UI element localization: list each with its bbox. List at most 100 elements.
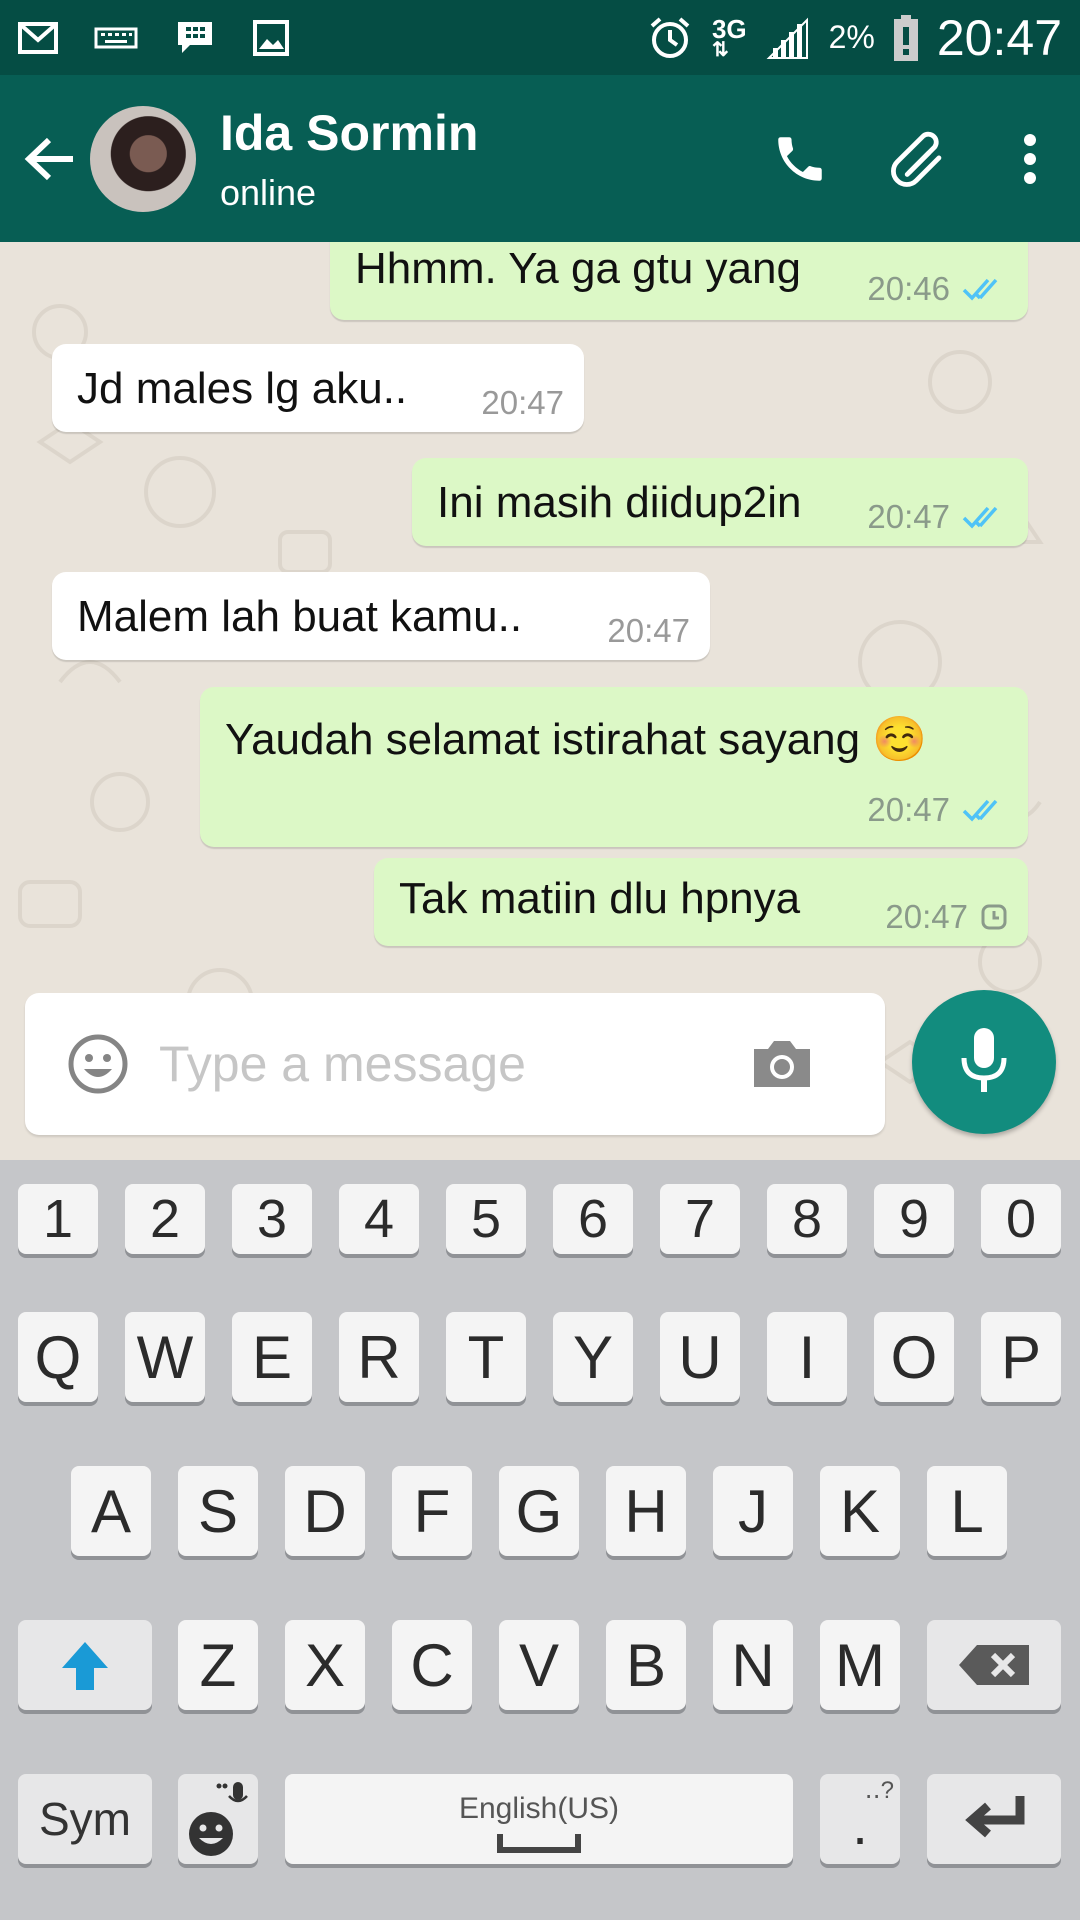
enter-key[interactable] bbox=[927, 1774, 1061, 1864]
emoji-mic-icon bbox=[189, 1782, 248, 1856]
key-u[interactable]: U bbox=[660, 1312, 740, 1402]
contact-avatar[interactable] bbox=[90, 105, 196, 212]
key-k[interactable]: K bbox=[820, 1466, 900, 1556]
network-type: 3G ⇅ bbox=[711, 13, 747, 61]
gmail-icon bbox=[18, 21, 58, 54]
key-m[interactable]: M bbox=[820, 1620, 900, 1710]
message-bubble-outgoing[interactable]: Yaudah selamat istirahat sayang ☺️ 20:47 bbox=[200, 687, 1028, 847]
key-a[interactable]: A bbox=[71, 1466, 151, 1556]
camera-icon bbox=[754, 1041, 810, 1087]
key-z[interactable]: Z bbox=[178, 1620, 258, 1710]
key-3[interactable]: 3 bbox=[232, 1184, 312, 1254]
key-i[interactable]: I bbox=[767, 1312, 847, 1402]
keyboard-language-label: English(US) bbox=[458, 1792, 620, 1825]
spacebar-key[interactable]: English(US) bbox=[285, 1774, 793, 1864]
key-g[interactable]: G bbox=[499, 1466, 579, 1556]
key-d[interactable]: D bbox=[285, 1466, 365, 1556]
read-receipt-icon bbox=[962, 278, 998, 301]
more-options-button[interactable] bbox=[980, 109, 1080, 209]
key-9[interactable]: 9 bbox=[874, 1184, 954, 1254]
status-bar: 3G ⇅ 2% 20:47 bbox=[0, 0, 1080, 75]
message-time: 20:47 bbox=[867, 791, 950, 828]
key-n[interactable]: N bbox=[713, 1620, 793, 1710]
enter-arrow-icon bbox=[965, 1796, 1025, 1838]
shift-arrow-icon bbox=[62, 1642, 108, 1690]
message-text: Malem lah buat kamu.. bbox=[77, 592, 523, 641]
key-e[interactable]: E bbox=[232, 1312, 312, 1402]
message-text: Yaudah selamat istirahat sayang ☺️ bbox=[225, 715, 928, 764]
message-time: 20:47 bbox=[481, 384, 564, 421]
paperclip-icon bbox=[891, 131, 942, 187]
key-x[interactable]: X bbox=[285, 1620, 365, 1710]
key-6[interactable]: 6 bbox=[553, 1184, 633, 1254]
message-meta: 20:47 bbox=[607, 612, 690, 650]
key-l[interactable]: L bbox=[927, 1466, 1007, 1556]
soft-keyboard: 1 2 3 4 5 6 7 8 9 0 Q W E R T Y U I O P … bbox=[0, 1160, 1080, 1920]
message-input[interactable] bbox=[157, 1034, 737, 1094]
sym-key[interactable]: Sym bbox=[18, 1774, 152, 1864]
key-q[interactable]: Q bbox=[18, 1312, 98, 1402]
call-button[interactable] bbox=[740, 109, 860, 209]
key-f[interactable]: F bbox=[392, 1466, 472, 1556]
key-w[interactable]: W bbox=[125, 1312, 205, 1402]
phone-icon bbox=[778, 136, 822, 181]
more-vert-icon bbox=[1024, 133, 1036, 184]
pending-clock-icon bbox=[981, 904, 1007, 930]
read-receipt-icon bbox=[962, 799, 998, 822]
message-text: Ini masih diidup2in bbox=[437, 478, 802, 527]
key-t[interactable]: T bbox=[446, 1312, 526, 1402]
bbm-icon bbox=[178, 21, 212, 53]
message-time: 20:46 bbox=[867, 270, 950, 307]
key-r[interactable]: R bbox=[339, 1312, 419, 1402]
backspace-key[interactable] bbox=[927, 1620, 1061, 1710]
key-2[interactable]: 2 bbox=[125, 1184, 205, 1254]
alarm-icon bbox=[650, 16, 690, 58]
key-j[interactable]: J bbox=[713, 1466, 793, 1556]
back-button[interactable] bbox=[10, 119, 90, 199]
message-bubble-outgoing[interactable]: Tak matiin dlu hpnya 20:47 bbox=[374, 858, 1028, 946]
key-v[interactable]: V bbox=[499, 1620, 579, 1710]
message-bubble-outgoing[interactable]: Hhmm. Ya ga gtu yang 20:46 bbox=[330, 242, 1028, 320]
key-4[interactable]: 4 bbox=[339, 1184, 419, 1254]
message-bubble-incoming[interactable]: Malem lah buat kamu.. 20:47 bbox=[52, 572, 710, 660]
microphone-icon bbox=[961, 1028, 1007, 1092]
key-0[interactable]: 0 bbox=[981, 1184, 1061, 1254]
period-key[interactable]: . ‥? bbox=[820, 1774, 900, 1864]
space-icon bbox=[497, 1834, 581, 1853]
key-5[interactable]: 5 bbox=[446, 1184, 526, 1254]
contact-info[interactable]: Ida Sormin online bbox=[220, 104, 478, 214]
key-h[interactable]: H bbox=[606, 1466, 686, 1556]
message-bubble-outgoing[interactable]: Ini masih diidup2in 20:47 bbox=[412, 458, 1028, 546]
key-1[interactable]: 1 bbox=[18, 1184, 98, 1254]
key-c[interactable]: C bbox=[392, 1620, 472, 1710]
message-meta: 20:47 bbox=[885, 898, 1008, 936]
key-7[interactable]: 7 bbox=[660, 1184, 740, 1254]
key-o[interactable]: O bbox=[874, 1312, 954, 1402]
voice-record-button[interactable] bbox=[912, 990, 1056, 1134]
key-8[interactable]: 8 bbox=[767, 1184, 847, 1254]
shift-key[interactable] bbox=[18, 1620, 152, 1710]
back-arrow-icon bbox=[24, 137, 73, 180]
emoji-voice-key[interactable] bbox=[178, 1774, 258, 1864]
battery-percent: 2% bbox=[828, 19, 875, 55]
message-meta: 20:47 bbox=[867, 498, 1008, 536]
key-p[interactable]: P bbox=[981, 1312, 1061, 1402]
message-text: Jd males lg aku.. bbox=[77, 364, 408, 413]
message-time: 20:47 bbox=[885, 898, 968, 935]
key-s[interactable]: S bbox=[178, 1466, 258, 1556]
camera-button[interactable] bbox=[737, 1019, 827, 1109]
message-time: 20:47 bbox=[607, 612, 690, 649]
clock: 20:47 bbox=[936, 9, 1062, 66]
emoji-button[interactable] bbox=[63, 1014, 133, 1114]
attach-button[interactable] bbox=[860, 109, 980, 209]
keyboard-icon bbox=[94, 27, 138, 48]
contact-status: online bbox=[220, 171, 317, 213]
message-meta: 20:47 bbox=[867, 791, 1008, 829]
message-composer bbox=[25, 993, 885, 1135]
key-y[interactable]: Y bbox=[553, 1312, 633, 1402]
message-time: 20:47 bbox=[867, 498, 950, 535]
message-meta: 20:46 bbox=[867, 270, 1008, 308]
message-bubble-incoming[interactable]: Jd males lg aku.. 20:47 bbox=[52, 344, 584, 432]
battery-low-icon bbox=[893, 14, 918, 61]
key-b[interactable]: B bbox=[606, 1620, 686, 1710]
